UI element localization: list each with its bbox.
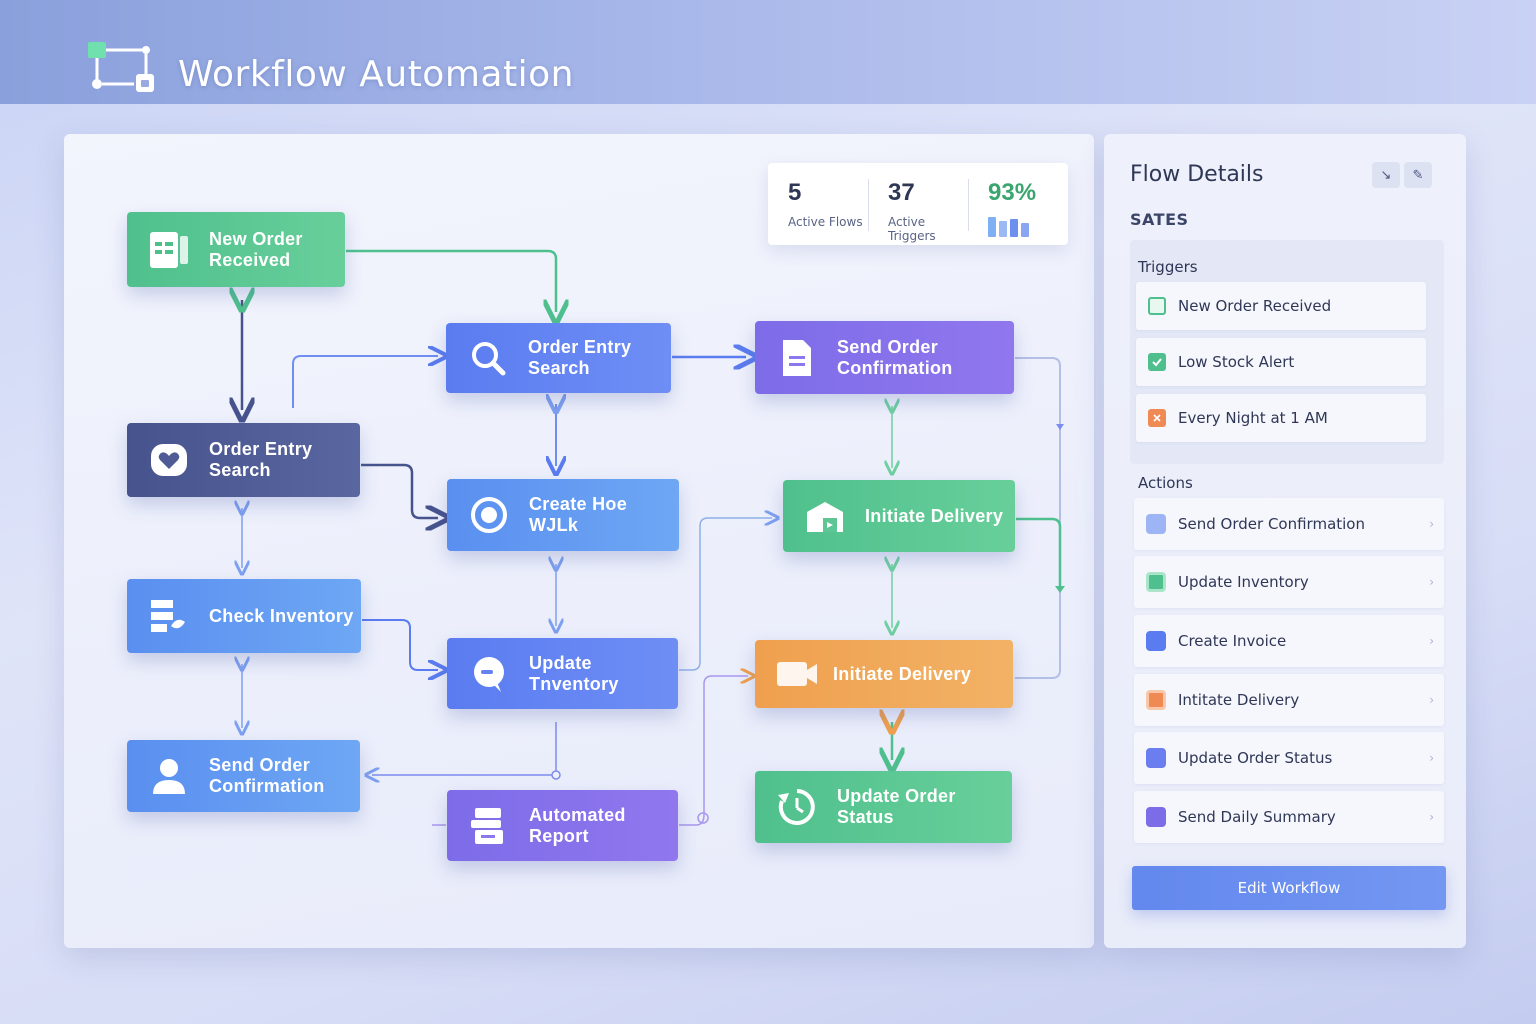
- node-initiate-delivery-alt[interactable]: Initiate Delivery: [755, 640, 1013, 708]
- chevron-right-icon: ›: [1429, 693, 1434, 707]
- clock-square-icon: [1148, 409, 1166, 427]
- inventory-icon: [151, 600, 185, 632]
- node-label: Check Inventory: [209, 605, 354, 626]
- node-automated-report[interactable]: Automated Report: [447, 790, 678, 861]
- action-label: Update Order Status: [1178, 749, 1333, 767]
- actions-title: Actions: [1138, 474, 1193, 492]
- action-label: Create Invoice: [1178, 632, 1287, 650]
- stat-value: 37: [888, 179, 915, 206]
- action-initiate-delivery[interactable]: Intitate Delivery ›: [1134, 674, 1444, 726]
- node-label: Update Order Status: [837, 786, 956, 827]
- delivery-box-icon: [807, 502, 843, 532]
- inventory-square-icon: [1146, 572, 1166, 592]
- trigger-label: New Order Received: [1178, 297, 1332, 315]
- delivery-square-icon: [1146, 690, 1166, 710]
- section-heading: SATES: [1130, 210, 1189, 229]
- node-order-entry-search-secondary[interactable]: Order Entry Search: [127, 423, 360, 497]
- stats-card: 5 Active Flows 37 Active Triggers 93%: [768, 163, 1068, 245]
- action-send-order-confirmation[interactable]: Send Order Confirmation ›: [1134, 498, 1444, 550]
- node-label: Order Entry Search: [528, 337, 632, 378]
- node-label: Order Entry Search: [209, 439, 313, 480]
- node-label: Send Order Confirmation: [837, 336, 953, 378]
- user-icon: [153, 759, 185, 794]
- minimize-button[interactable]: ↘: [1372, 162, 1400, 188]
- node-label: Create Hoe WJLk: [529, 494, 628, 535]
- panel-title: Flow Details: [1130, 162, 1264, 187]
- node-label: Automated Report: [529, 804, 626, 846]
- stat-label: Active Triggers: [888, 215, 936, 243]
- action-update-inventory[interactable]: Update Inventory ›: [1134, 556, 1444, 608]
- document-icon: [783, 339, 811, 376]
- action-send-daily-summary[interactable]: Send Daily Summary ›: [1134, 791, 1444, 843]
- node-update-order-status[interactable]: Update Order Status: [755, 771, 1012, 843]
- video-camera-icon: [777, 662, 817, 686]
- trigger-label: Low Stock Alert: [1178, 353, 1295, 371]
- stat-label: Active Flows: [788, 215, 863, 229]
- node-update-inventory[interactable]: Update Tnventory: [447, 638, 678, 709]
- action-update-order-status[interactable]: Update Order Status ›: [1134, 732, 1444, 784]
- triggers-title: Triggers: [1138, 258, 1198, 276]
- node-order-entry-search[interactable]: Order Entry Search: [446, 323, 671, 393]
- chevron-right-icon: ›: [1429, 575, 1434, 589]
- circle-check-icon: [471, 497, 507, 533]
- node-send-order-confirmation-secondary[interactable]: Send Order Confirmation: [127, 740, 360, 812]
- trigger-new-order-received[interactable]: New Order Received: [1136, 282, 1426, 330]
- stat-active-flows: 5 Active Flows: [768, 163, 868, 245]
- node-send-order-confirmation[interactable]: Send Order Confirmation: [755, 321, 1014, 394]
- heart-badge-icon: [151, 444, 187, 476]
- stat-value: 93%: [988, 179, 1037, 206]
- check-square-icon: [1148, 353, 1166, 371]
- action-label: Send Daily Summary: [1178, 808, 1336, 826]
- flow-details-panel: Flow Details ↘ ✎ SATES Triggers New Orde…: [1104, 134, 1466, 948]
- action-create-invoice[interactable]: Create Invoice ›: [1134, 615, 1444, 667]
- chevron-right-icon: ›: [1429, 751, 1434, 765]
- chevron-right-icon: ›: [1429, 634, 1434, 648]
- node-label: Initiate Delivery: [833, 663, 972, 684]
- stat-value: 5: [788, 179, 802, 206]
- pin-icon: ✎: [1412, 167, 1424, 183]
- action-label: Send Order Confirmation: [1178, 515, 1365, 533]
- node-label: Send Order Confirmation: [209, 755, 325, 796]
- trigger-low-stock-alert[interactable]: Low Stock Alert: [1136, 338, 1426, 386]
- summary-icon: [1146, 807, 1166, 827]
- report-stack-icon: [471, 807, 503, 844]
- trigger-label: Every Night at 1 AM: [1178, 409, 1328, 427]
- node-label: Update Tnventory: [529, 652, 619, 694]
- node-label: Initiate Delivery: [865, 505, 1004, 526]
- search-icon: [472, 342, 506, 376]
- node-new-order-received[interactable]: New Order Received: [127, 212, 345, 287]
- app-title: Workflow Automation: [178, 54, 574, 95]
- minimize-icon: ↘: [1380, 167, 1392, 183]
- node-check-inventory[interactable]: Check Inventory: [127, 579, 361, 653]
- node-initiate-delivery[interactable]: Initiate Delivery: [783, 480, 1015, 552]
- refresh-clock-icon: [778, 789, 815, 825]
- edit-workflow-button[interactable]: Edit Workflow: [1132, 866, 1446, 910]
- pin-button[interactable]: ✎: [1404, 162, 1432, 188]
- action-label: Intitate Delivery: [1178, 691, 1300, 709]
- send-icon: [1146, 514, 1166, 534]
- bar-chart-icon: [988, 215, 1068, 237]
- workflow-logo-icon: [88, 42, 154, 92]
- stat-success-rate: 93%: [968, 163, 1068, 245]
- chat-search-icon: [474, 656, 504, 692]
- node-label: New Order Received: [209, 228, 303, 270]
- chevron-right-icon: ›: [1429, 517, 1434, 531]
- action-label: Update Inventory: [1178, 573, 1309, 591]
- status-icon: [1146, 748, 1166, 768]
- node-create-hoe-walk[interactable]: Create Hoe WJLk: [447, 479, 679, 551]
- form-icon: [150, 231, 188, 268]
- chevron-right-icon: ›: [1429, 810, 1434, 824]
- square-outline-icon: [1148, 297, 1166, 315]
- stat-active-triggers: 37 Active Triggers: [868, 163, 968, 245]
- trigger-every-night[interactable]: Every Night at 1 AM: [1136, 394, 1426, 442]
- invoice-icon: [1146, 631, 1166, 651]
